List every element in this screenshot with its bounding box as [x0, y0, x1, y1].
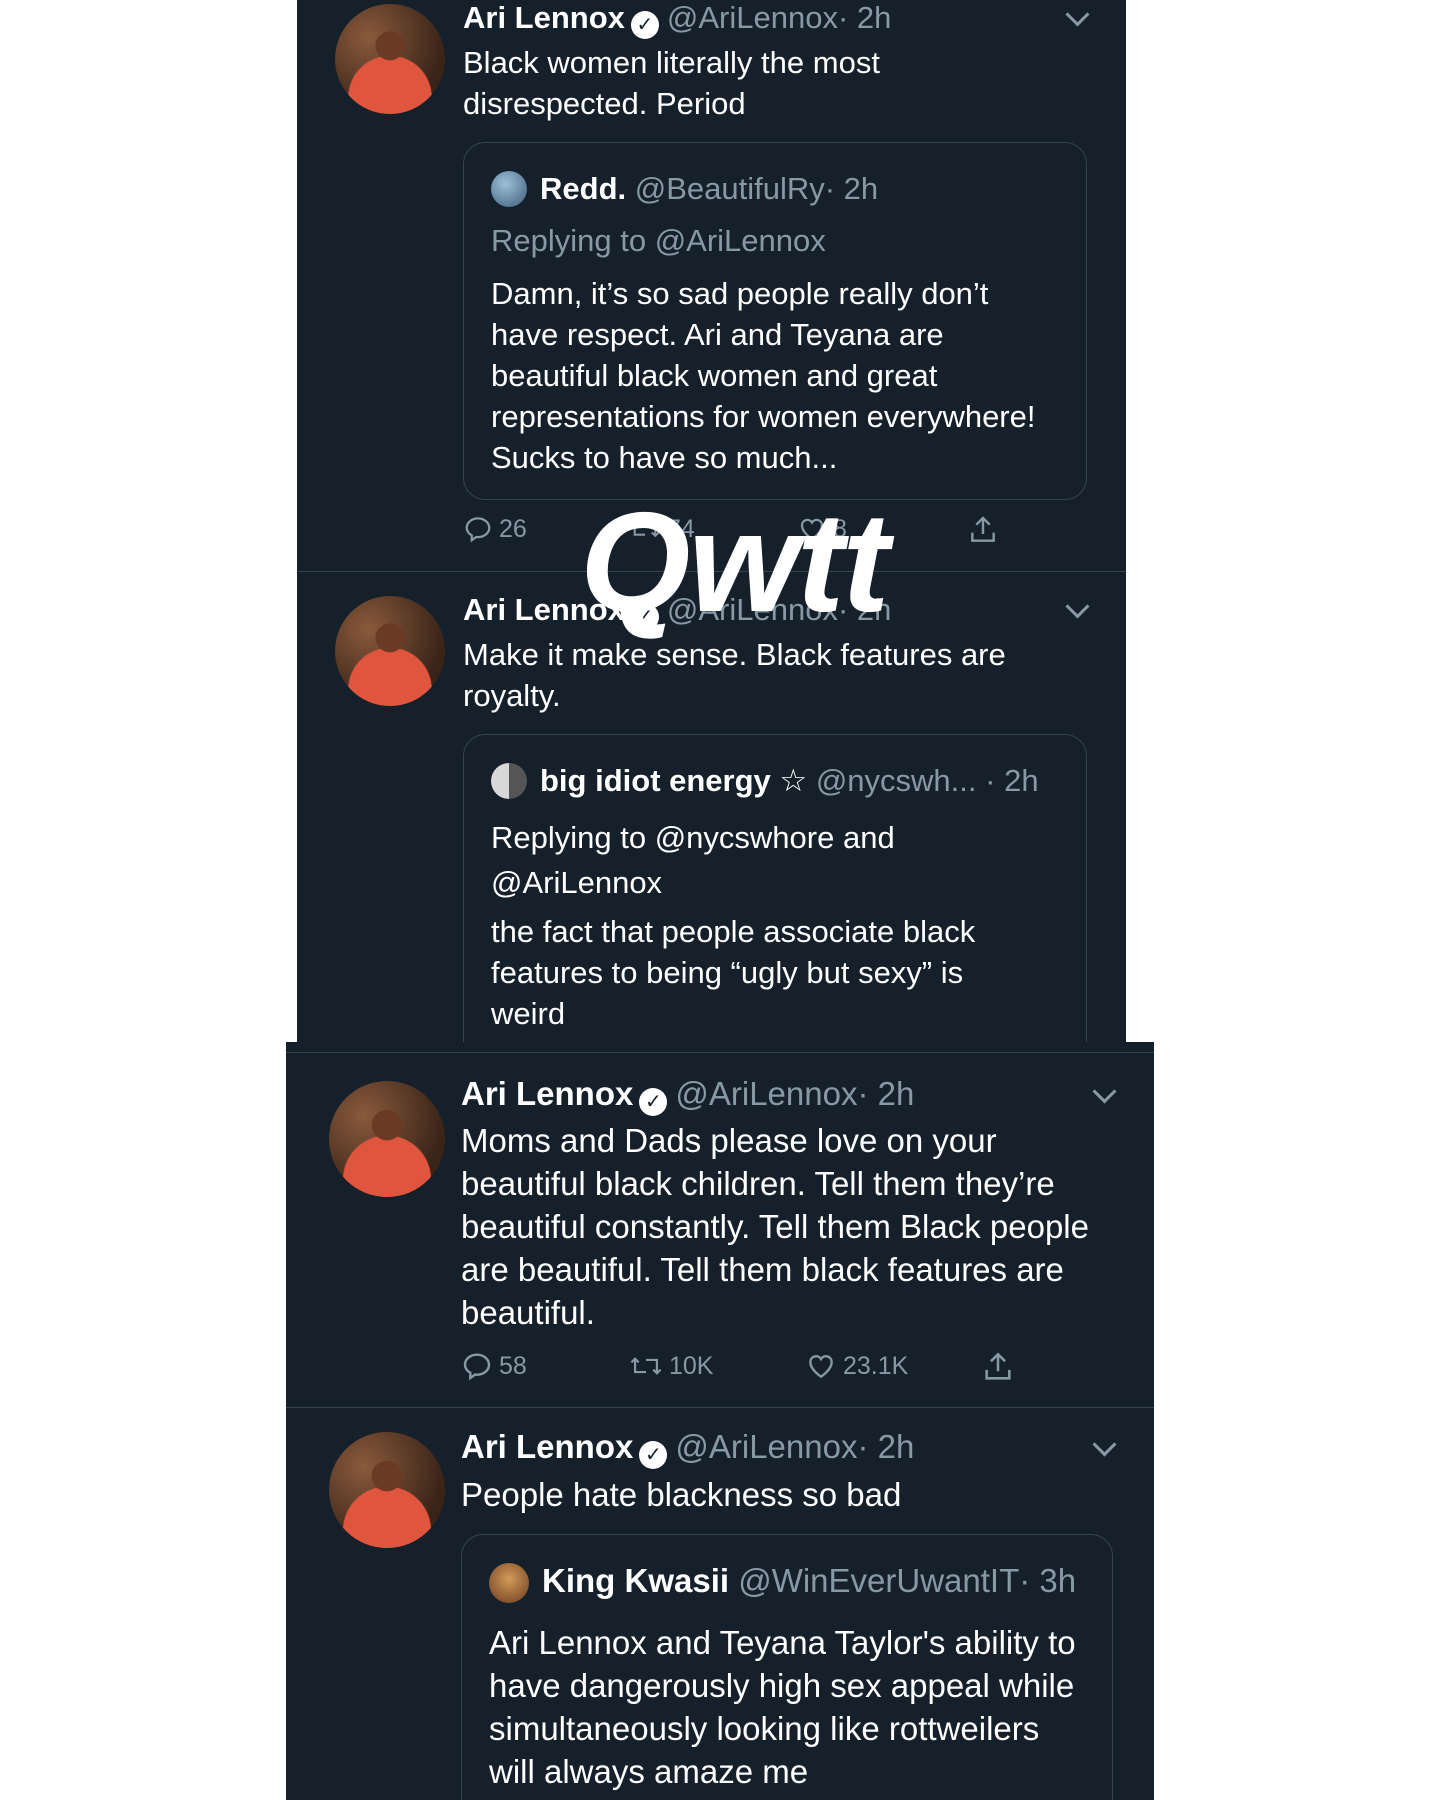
quote-author-name: big idiot energy ☆ — [540, 763, 808, 798]
tweet-header: Ari Lennox ✓ @AriLennox· 2h — [463, 0, 891, 39]
tweet-text: Black women literally the most disrespec… — [463, 45, 880, 121]
tweet-header: Ari Lennox ✓ @AriLennox· 2h — [461, 1074, 914, 1116]
share-icon — [971, 516, 995, 542]
avatar[interactable] — [329, 1432, 445, 1548]
quote-avatar — [491, 171, 527, 207]
verified-badge-icon: ✓ — [639, 1088, 668, 1116]
quote-author-handle: @nycswh... — [815, 763, 977, 798]
quote-author-name: King Kwasii — [542, 1562, 730, 1599]
replying-to: Replying to @nycswhore and @AriLennox — [491, 820, 895, 900]
author-handle[interactable]: @AriLennox — [667, 0, 838, 35]
chevron-down-icon[interactable] — [1065, 594, 1090, 619]
author-name[interactable]: Ari Lennox — [461, 1428, 633, 1465]
quoted-tweet[interactable]: big idiot energy ☆ @nycswh... · 2h Reply… — [463, 734, 1087, 1042]
quote-author-handle: @BeautifulRy — [634, 171, 825, 206]
tweet-text: People hate blackness so bad — [461, 1476, 902, 1513]
tweet-header: Ari Lennox ✓ @AriLennox· 2h — [461, 1427, 914, 1469]
quote-header: Redd. @BeautifulRy· 2h — [540, 169, 878, 209]
tweet-text: Moms and Dads please love on your beauti… — [461, 1122, 1089, 1331]
reply-count: 58 — [499, 1351, 527, 1380]
author-handle[interactable]: @AriLennox — [675, 1075, 857, 1112]
retweet-button[interactable]: 10K — [629, 1350, 713, 1382]
reply-icon — [465, 517, 491, 543]
retweet-icon — [630, 1357, 662, 1375]
share-button[interactable] — [967, 514, 1005, 546]
avatar[interactable] — [335, 4, 445, 114]
quote-author-name: Redd. — [540, 171, 627, 206]
chevron-down-icon[interactable] — [1092, 1079, 1117, 1104]
author-name[interactable]: Ari Lennox — [463, 0, 625, 35]
share-button[interactable] — [981, 1350, 1021, 1384]
author-handle[interactable]: @AriLennox — [675, 1428, 857, 1465]
tweet-time: · 2h — [857, 1428, 915, 1465]
chevron-down-icon[interactable] — [1065, 2, 1090, 27]
verified-badge-icon: ✓ — [630, 11, 659, 39]
reply-button[interactable]: 26 — [463, 514, 527, 544]
tweet-actions: 58 10K 23.1K — [461, 1350, 1061, 1390]
like-count: 23.1K — [843, 1351, 909, 1380]
watermark-logo: Qwtt — [580, 483, 889, 642]
tweet-2[interactable]: Ari Lennox ✓ @AriLennox· 2h Make it make s… — [297, 572, 1126, 1042]
like-button[interactable]: 23.1K — [805, 1350, 908, 1382]
quote-text: Ari Lennox and Teyana Taylor's ability t… — [489, 1624, 1076, 1790]
share-icon — [985, 1352, 1011, 1380]
quoted-tweet[interactable]: King Kwasii @WinEverUwantIT· 3h Ari Lenn… — [461, 1534, 1113, 1800]
quote-header: big idiot energy ☆ @nycswh... · 2h — [540, 761, 1039, 801]
retweet-count: 10K — [669, 1351, 714, 1380]
reply-button[interactable]: 58 — [461, 1350, 527, 1382]
tweet-time: · 2h — [857, 1075, 915, 1112]
replying-to: Replying to @AriLennox — [491, 223, 826, 258]
quote-author-handle: @WinEverUwantIT — [738, 1562, 1020, 1599]
quote-text: the fact that people associate black fea… — [491, 914, 976, 1031]
avatar[interactable] — [329, 1081, 445, 1197]
quote-text: Damn, it’s so sad people really don’t ha… — [491, 276, 1036, 475]
tweet-text: Make it make sense. Black features are r… — [463, 637, 1006, 713]
reply-count: 26 — [499, 514, 527, 543]
verified-badge-icon: ✓ — [639, 1441, 668, 1469]
quote-header: King Kwasii @WinEverUwantIT· 3h — [542, 1561, 1076, 1601]
timeline-panel-bottom: Ari Lennox ✓ @AriLennox· 2h Moms and Dads … — [286, 1042, 1154, 1800]
quote-time: · 2h — [824, 171, 879, 206]
chevron-down-icon[interactable] — [1092, 1432, 1117, 1457]
quote-avatar — [489, 1563, 529, 1603]
heart-icon — [809, 1355, 833, 1379]
quote-time: · 3h — [1019, 1562, 1077, 1599]
tweet-3[interactable]: Ari Lennox ✓ @AriLennox· 2h Moms and Dads … — [286, 1053, 1154, 1395]
quote-time: · 2h — [985, 763, 1039, 798]
quote-avatar — [491, 763, 527, 799]
avatar[interactable] — [335, 596, 445, 706]
author-name[interactable]: Ari Lennox — [461, 1075, 633, 1112]
tweet-4[interactable]: Ari Lennox ✓ @AriLennox· 2h People hate bl… — [286, 1408, 1154, 1800]
tweet-time: · 2h — [837, 0, 892, 35]
quoted-tweet[interactable]: Redd. @BeautifulRy· 2h Replying to @AriL… — [463, 142, 1087, 500]
reply-icon — [463, 1353, 491, 1381]
